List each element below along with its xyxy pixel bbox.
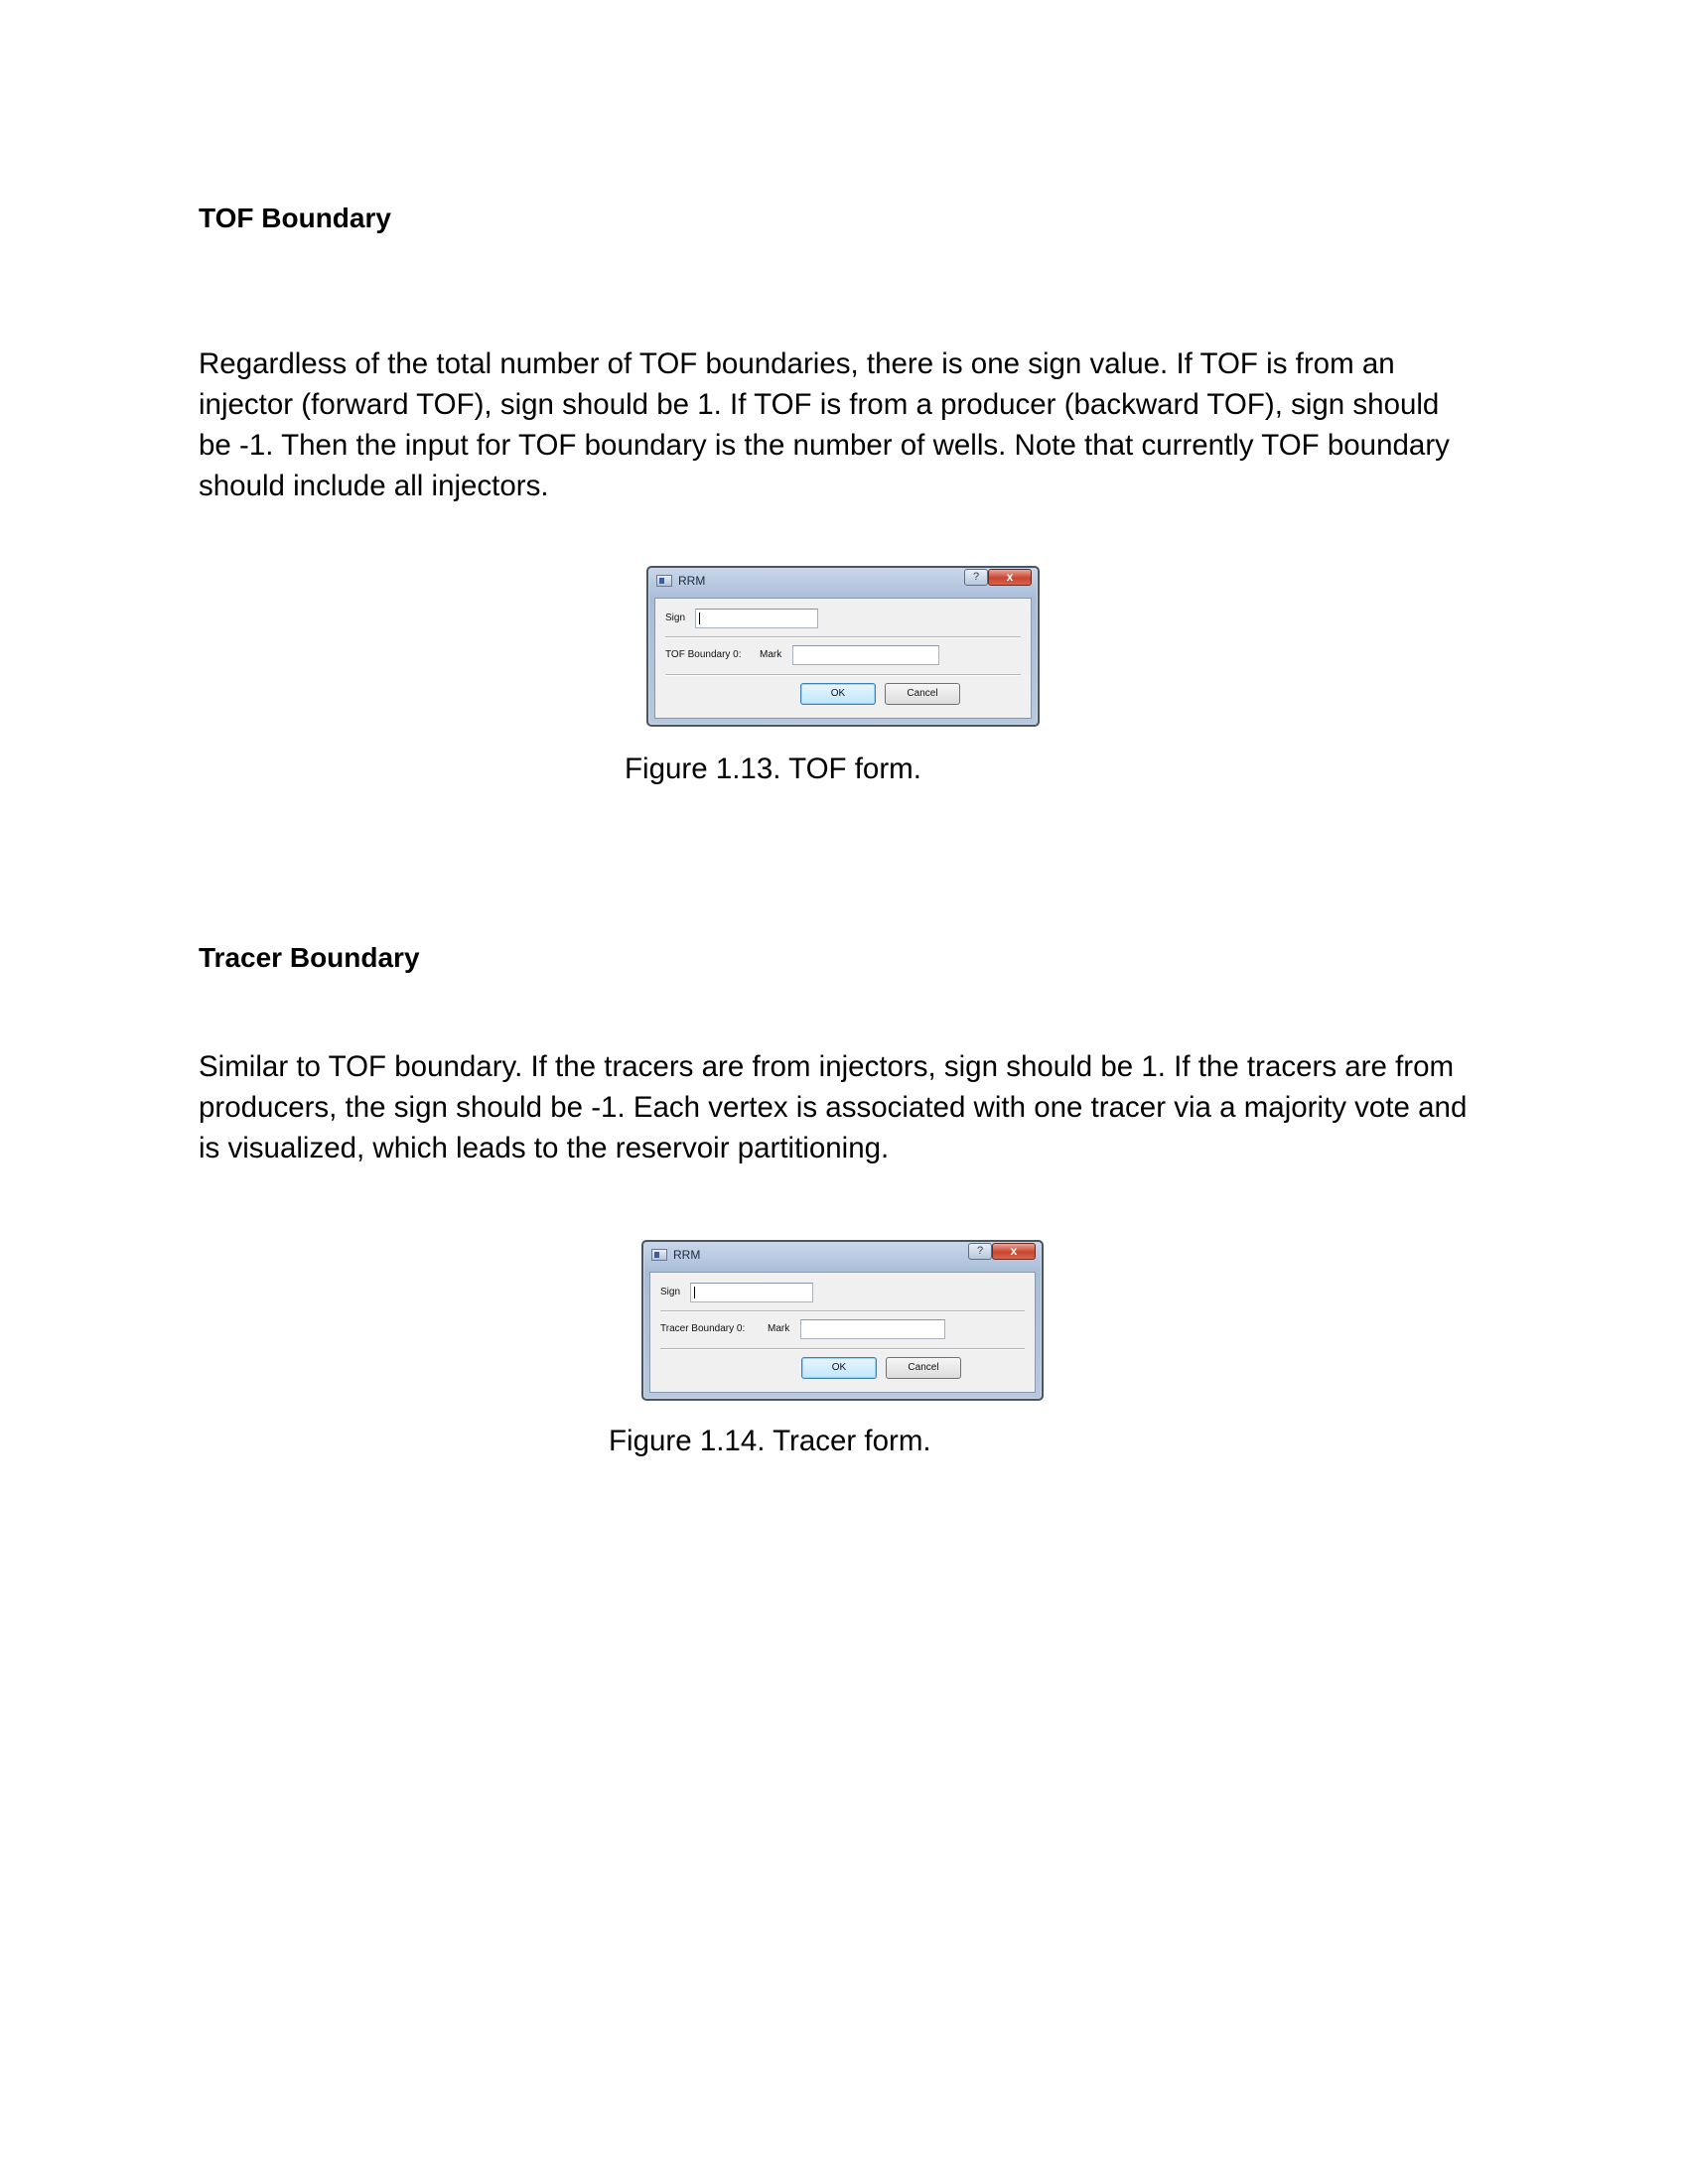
sign-label: Sign [660, 1287, 681, 1297]
sign-input[interactable] [695, 609, 818, 628]
boundary-label: Tracer Boundary 0: [660, 1323, 746, 1334]
cancel-button[interactable]: Cancel [885, 683, 960, 705]
help-button[interactable]: ? [968, 1243, 992, 1260]
help-button[interactable]: ? [964, 569, 988, 586]
dialog-title: RRM [673, 1248, 701, 1262]
figure-caption: Figure 1.13. TOF form. [625, 752, 921, 785]
section-heading-tof-boundary: TOF Boundary [199, 203, 391, 233]
dialog-titlebar[interactable]: RRM ? x [648, 568, 1038, 596]
section-heading-tracer-boundary: Tracer Boundary [199, 942, 420, 973]
dialog-titlebar[interactable]: RRM ? x [643, 1242, 1042, 1270]
tracer-form-dialog: RRM ? x Sign Tracer Boundary 0: Mark OK … [641, 1240, 1044, 1401]
sign-input[interactable] [690, 1283, 813, 1302]
ok-button[interactable]: OK [801, 1357, 877, 1379]
text-caret [694, 1287, 695, 1298]
dialog-client-area: Sign TOF Boundary 0: Mark OK Cancel [654, 598, 1032, 719]
separator [665, 636, 1021, 638]
dialog-client-area: Sign Tracer Boundary 0: Mark OK Cancel [649, 1272, 1036, 1393]
boundary-label: TOF Boundary 0: [665, 649, 742, 660]
sign-label: Sign [665, 613, 686, 623]
separator [660, 1310, 1025, 1312]
mark-input[interactable] [800, 1319, 945, 1339]
cancel-button[interactable]: Cancel [886, 1357, 961, 1379]
section-paragraph-tof-boundary: Regardless of the total number of TOF bo… [199, 347, 1450, 502]
dialog-title: RRM [678, 574, 706, 588]
tof-form-dialog: RRM ? x Sign TOF Boundary 0: Mark OK Can… [646, 566, 1040, 727]
ok-button[interactable]: OK [800, 683, 876, 705]
figure-caption: Figure 1.14. Tracer form. [609, 1425, 931, 1457]
close-button[interactable]: x [992, 1243, 1036, 1260]
text-caret [699, 613, 700, 624]
mark-label: Mark [760, 649, 782, 660]
separator [660, 1348, 1025, 1350]
mark-input[interactable] [792, 645, 939, 665]
section-paragraph-tracer-boundary: Similar to TOF boundary. If the tracers … [199, 1050, 1468, 1164]
app-window-icon [651, 1249, 667, 1261]
separator [665, 674, 1021, 676]
mark-label: Mark [768, 1323, 790, 1334]
close-button[interactable]: x [988, 569, 1032, 586]
app-window-icon [656, 575, 672, 587]
